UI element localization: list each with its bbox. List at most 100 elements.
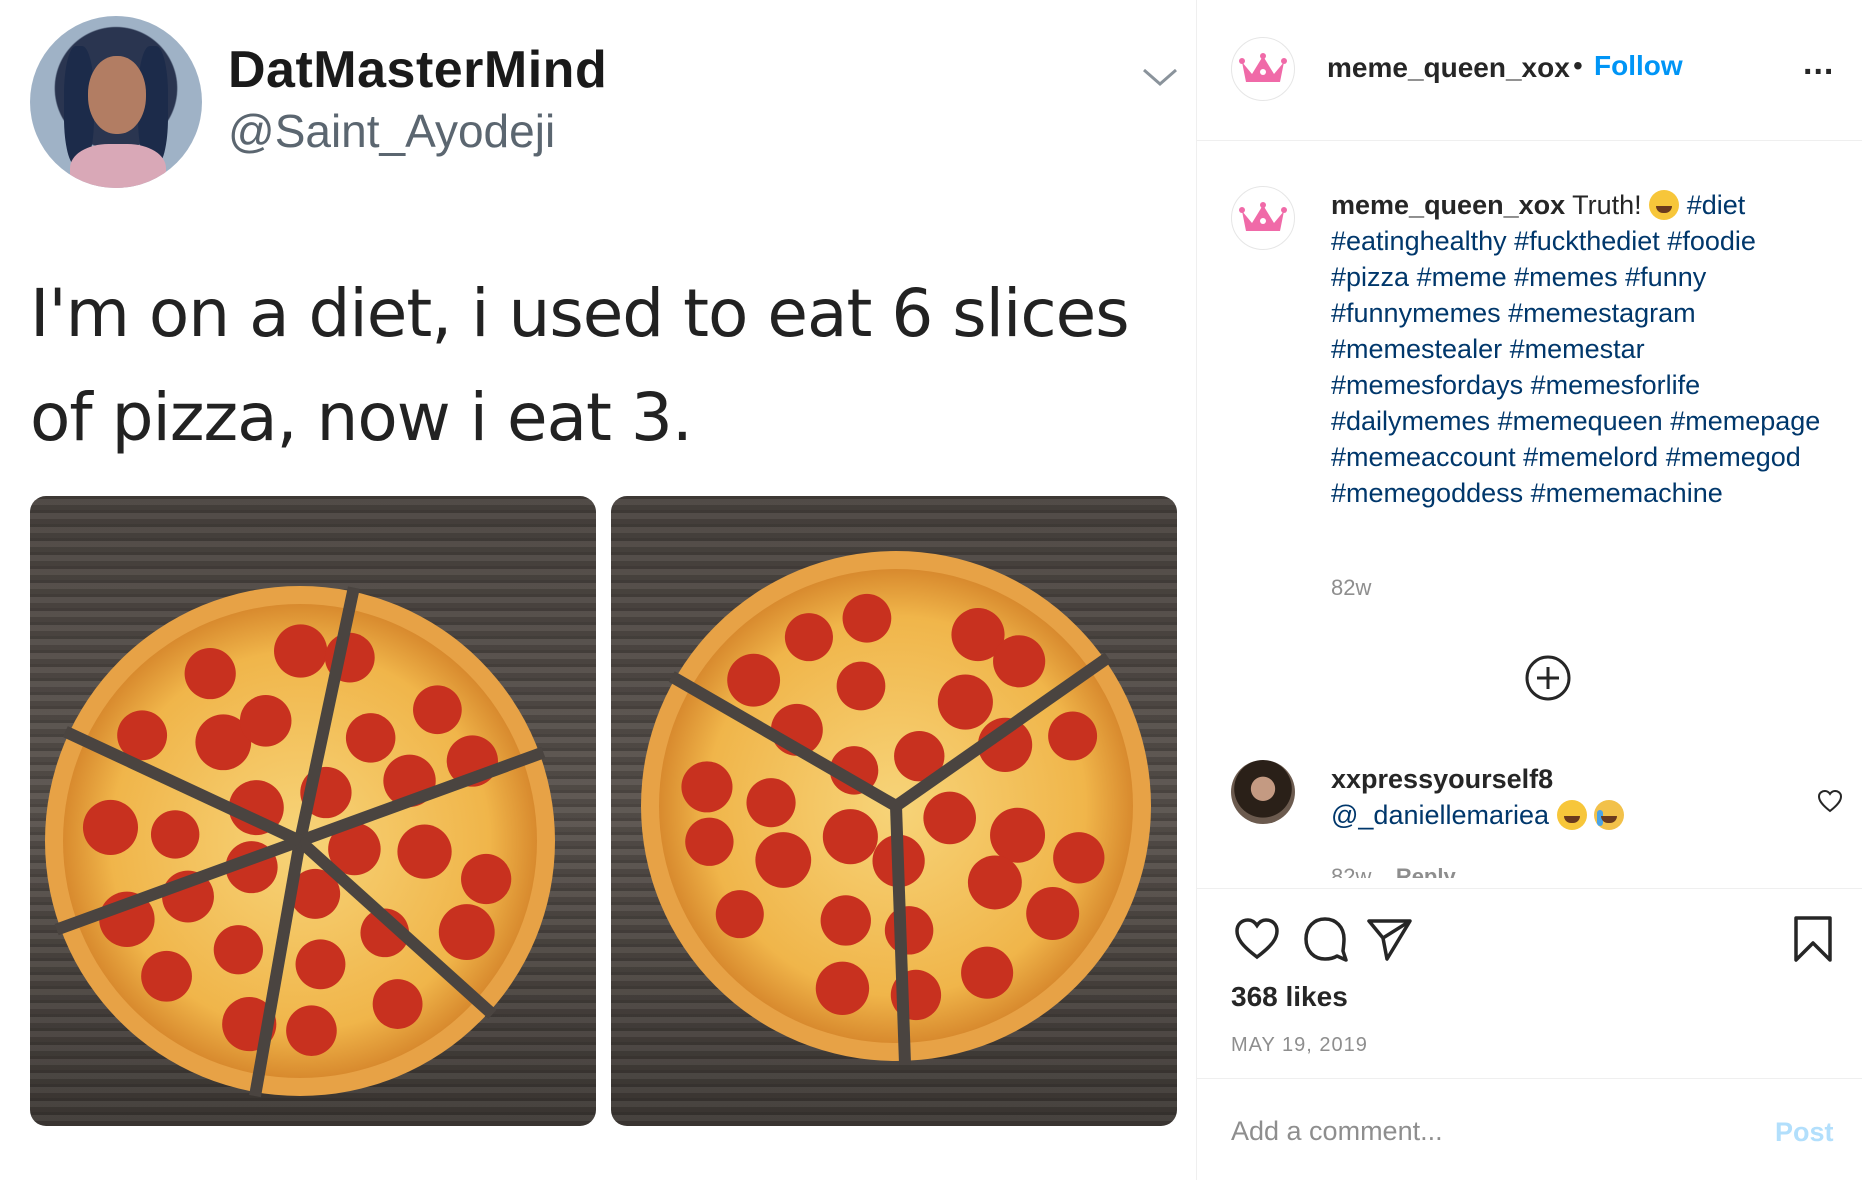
commenter-username[interactable]: xxpressyourself8: [1331, 764, 1553, 795]
pepperoni: [937, 674, 993, 730]
hashtag-link[interactable]: #memelord: [1523, 442, 1658, 472]
pepperoni: [685, 817, 734, 866]
bookmark-icon[interactable]: [1787, 913, 1839, 965]
hashtag-link[interactable]: #memesforlife: [1531, 370, 1701, 400]
hashtag-link[interactable]: #pizza: [1331, 262, 1409, 292]
author-username[interactable]: meme_queen_xox: [1327, 52, 1570, 84]
hashtag-link[interactable]: #memeaccount: [1331, 442, 1516, 472]
heart-icon[interactable]: [1231, 913, 1283, 965]
pepperoni: [345, 713, 396, 763]
post-date[interactable]: MAY 19, 2019: [1231, 1034, 1368, 1057]
caption-username[interactable]: meme_queen_xox: [1331, 190, 1565, 220]
caption-age[interactable]: 82w: [1331, 575, 1371, 601]
pepperoni: [1026, 887, 1080, 940]
post-header: meme_queen_xox • Follow ...: [1197, 0, 1862, 141]
hashtag-link[interactable]: #memesfordays: [1331, 370, 1523, 400]
plus-circle-icon[interactable]: [1524, 654, 1572, 702]
pepperoni: [213, 925, 263, 975]
hashtag-link[interactable]: #dailymemes: [1331, 406, 1490, 436]
pepperoni: [295, 939, 346, 990]
pepperoni: [755, 832, 812, 888]
pepperoni: [822, 809, 878, 865]
hashtag-link[interactable]: #eatinghealthy: [1331, 226, 1507, 256]
pepperoni: [815, 961, 870, 1015]
pepperoni: [836, 661, 886, 711]
caption-text: meme_queen_xox Truth! #diet #eatinghealt…: [1331, 187, 1831, 511]
pepperoni: [967, 855, 1022, 910]
post-image[interactable]: DatMasterMind @Saint_Ayodeji I'm on a di…: [0, 0, 1196, 1180]
pepperoni: [715, 890, 764, 939]
tweet-avatar: [30, 16, 202, 188]
pepperoni: [961, 946, 1014, 999]
tweet-display-name: DatMasterMind: [228, 41, 608, 99]
pepperoni: [413, 685, 462, 735]
crying-emoji-icon: [1594, 800, 1625, 830]
pepperoni: [1053, 832, 1105, 884]
pepperoni: [681, 761, 733, 813]
pepperoni: [286, 1005, 337, 1056]
pepperoni: [727, 653, 781, 707]
pepperoni: [746, 778, 796, 828]
like-count[interactable]: 368 likes: [1231, 981, 1348, 1013]
hashtag-link[interactable]: #memegod: [1666, 442, 1801, 472]
comment-age: 82w: [1331, 864, 1372, 878]
pizza-three-slices-image: [611, 496, 1177, 1126]
post-comment-button[interactable]: Post: [1775, 1117, 1834, 1148]
pepperoni: [884, 906, 934, 955]
pizza-six-slices-image: [30, 496, 596, 1126]
crown-icon: [1239, 202, 1287, 231]
pepperoni: [990, 807, 1046, 863]
hashtag-link[interactable]: #funny: [1625, 262, 1706, 292]
share-icon[interactable]: [1363, 913, 1415, 965]
hashtag-link[interactable]: #foodie: [1667, 226, 1756, 256]
pepperoni: [184, 647, 236, 700]
comment-input[interactable]: [1231, 1109, 1731, 1153]
action-bar: 368 likes MAY 19, 2019: [1197, 888, 1862, 1078]
pepperoni: [82, 799, 139, 855]
laughing-emoji-icon: [1649, 190, 1680, 220]
hashtag-link[interactable]: #meme: [1417, 262, 1507, 292]
comment-meta: 82w Reply: [1331, 864, 1456, 878]
comment-icon[interactable]: [1299, 913, 1351, 965]
tweet-handle: @Saint_Ayodeji: [228, 105, 556, 157]
pepperoni: [784, 613, 833, 662]
pepperoni: [397, 824, 452, 879]
pepperoni: [993, 635, 1046, 688]
commenter-avatar[interactable]: [1231, 760, 1295, 824]
caption-avatar[interactable]: [1231, 186, 1295, 250]
hashtag-link[interactable]: #fuckthediet: [1514, 226, 1660, 256]
laughing-emoji-icon: [1556, 800, 1587, 830]
caption-lead: Truth!: [1572, 190, 1642, 220]
hashtag-list: #diet #eatinghealthy #fuckthediet #foodi…: [1331, 190, 1820, 508]
pepperoni: [372, 979, 423, 1029]
hashtag-link[interactable]: #memestagram: [1508, 298, 1696, 328]
comment-mention[interactable]: @_daniellemariea: [1331, 800, 1549, 830]
pepperoni: [923, 791, 976, 845]
hashtag-link[interactable]: #memes: [1514, 262, 1618, 292]
pepperoni: [274, 624, 328, 678]
more-icon[interactable]: ...: [1803, 44, 1834, 83]
hashtag-link[interactable]: #memequeen: [1498, 406, 1663, 436]
pepperoni: [842, 593, 892, 643]
comment-heart-icon[interactable]: [1817, 788, 1843, 814]
tweet-text: I'm on a diet, i used to eat 6 slices of…: [30, 275, 1130, 456]
separator-dot: •: [1573, 50, 1583, 81]
hashtag-link[interactable]: #funnymemes: [1331, 298, 1501, 328]
pepperoni: [141, 950, 192, 1002]
pepperoni: [150, 810, 200, 859]
chevron-down-icon: [1143, 68, 1177, 86]
hashtag-link[interactable]: #memestealer: [1331, 334, 1502, 364]
follow-button[interactable]: Follow: [1594, 50, 1683, 82]
hashtag-link[interactable]: #memegoddess: [1331, 478, 1523, 508]
hashtag-link[interactable]: #mememachine: [1531, 478, 1723, 508]
hashtag-link[interactable]: #diet: [1687, 190, 1746, 220]
hashtag-link[interactable]: #memepage: [1670, 406, 1820, 436]
pepperoni: [1048, 711, 1098, 761]
reply-button[interactable]: Reply: [1396, 864, 1456, 878]
author-avatar[interactable]: [1231, 37, 1295, 101]
pepperoni: [438, 904, 495, 961]
pepperoni: [239, 695, 292, 747]
comment-text: @_daniellemariea: [1331, 800, 1625, 831]
pepperoni: [820, 895, 871, 946]
hashtag-link[interactable]: #memestar: [1510, 334, 1645, 364]
